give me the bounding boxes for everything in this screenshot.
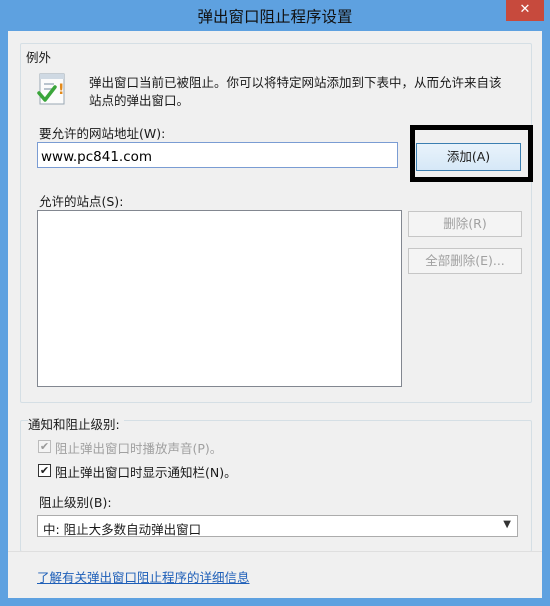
remove-button[interactable]: 删除(R) bbox=[408, 211, 522, 237]
allowed-sites-label: 允许的站点(S): bbox=[39, 194, 124, 209]
blocking-level-value: 中: 阻止大多数自动弹出窗口 bbox=[43, 522, 202, 537]
play-sound-label: 阻止弹出窗口时播放声音(P)。 bbox=[55, 441, 223, 456]
remove-all-button[interactable]: 全部删除(E)... bbox=[408, 248, 522, 274]
checkmark-icon: ✔ bbox=[39, 464, 50, 477]
divider bbox=[8, 551, 542, 552]
info-text-line2: 站点的弹出窗口。 bbox=[89, 93, 190, 108]
dialog-body: 例外 ! 弹出窗口当前已被阻止。你可以将特定网站添加到下表中，从而允许来自该 站… bbox=[8, 31, 542, 598]
remove-all-button-label: 全部删除(E)... bbox=[425, 253, 505, 268]
notifications-group-title: 通知和阻止级别: bbox=[28, 414, 124, 433]
allowed-sites-list[interactable] bbox=[37, 210, 402, 387]
close-button[interactable]: ✕ bbox=[506, 0, 544, 21]
add-button[interactable]: 添加(A) bbox=[416, 143, 521, 171]
chevron-down-icon: ▼ bbox=[503, 519, 511, 530]
blocking-level-label: 阻止级别(B): bbox=[39, 495, 112, 510]
remove-button-label: 删除(R) bbox=[443, 216, 487, 231]
close-icon: ✕ bbox=[519, 2, 531, 17]
info-text-line1: 弹出窗口当前已被阻止。你可以将特定网站添加到下表中，从而允许来自该 bbox=[89, 75, 502, 90]
exceptions-group-title: 例外 bbox=[26, 50, 52, 65]
blocking-level-select[interactable]: 中: 阻止大多数自动弹出窗口 ▼ bbox=[37, 515, 518, 537]
window-title: 弹出窗口阻止程序设置 bbox=[197, 8, 353, 26]
title-bar[interactable]: 弹出窗口阻止程序设置 ✕ bbox=[0, 0, 550, 31]
play-sound-checkbox[interactable]: ✔ bbox=[38, 440, 51, 453]
add-button-label: 添加(A) bbox=[446, 149, 491, 164]
checkmark-icon: ✔ bbox=[39, 440, 50, 453]
address-label: 要允许的网站地址(W): bbox=[39, 126, 166, 141]
show-notification-bar-checkbox[interactable]: ✔ bbox=[38, 464, 51, 477]
learn-more-link[interactable]: 了解有关弹出窗口阻止程序的详细信息 bbox=[37, 567, 250, 586]
address-input[interactable] bbox=[37, 142, 398, 168]
svg-text:!: ! bbox=[58, 82, 64, 98]
show-notification-bar-label: 阻止弹出窗口时显示通知栏(N)。 bbox=[55, 465, 237, 480]
warning-shield-icon: ! bbox=[37, 73, 69, 107]
